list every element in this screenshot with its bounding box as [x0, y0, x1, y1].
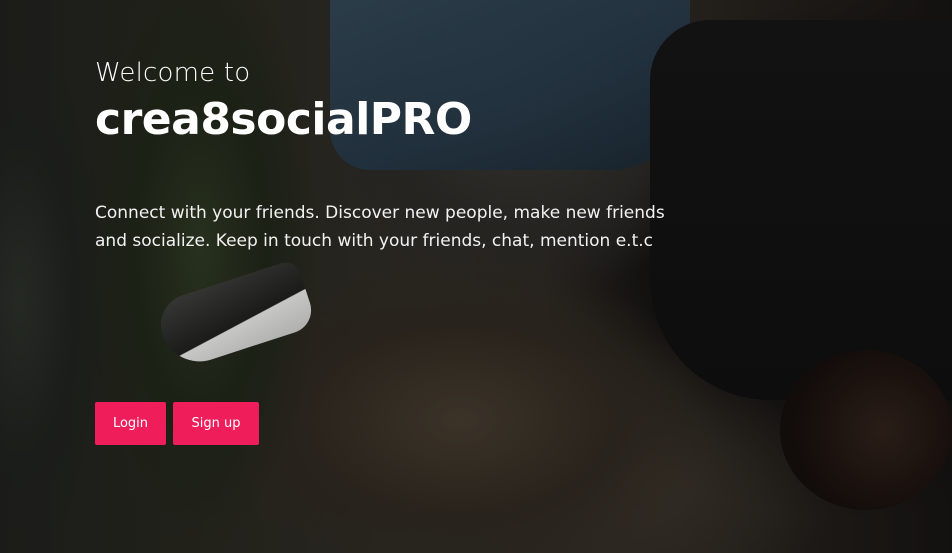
hero-tagline: Connect with your friends. Discover new …: [95, 203, 665, 251]
hero-actions: Login Sign up: [95, 402, 259, 445]
signup-button[interactable]: Sign up: [173, 402, 259, 445]
login-button[interactable]: Login: [95, 402, 166, 445]
landing-hero: Welcome to crea8socialPRO Connect with y…: [0, 0, 952, 553]
background-person-torso: [650, 20, 952, 400]
background-person-head: [780, 350, 952, 510]
welcome-heading: Welcome to: [95, 58, 251, 88]
brand-title: crea8socialPRO: [95, 94, 472, 145]
